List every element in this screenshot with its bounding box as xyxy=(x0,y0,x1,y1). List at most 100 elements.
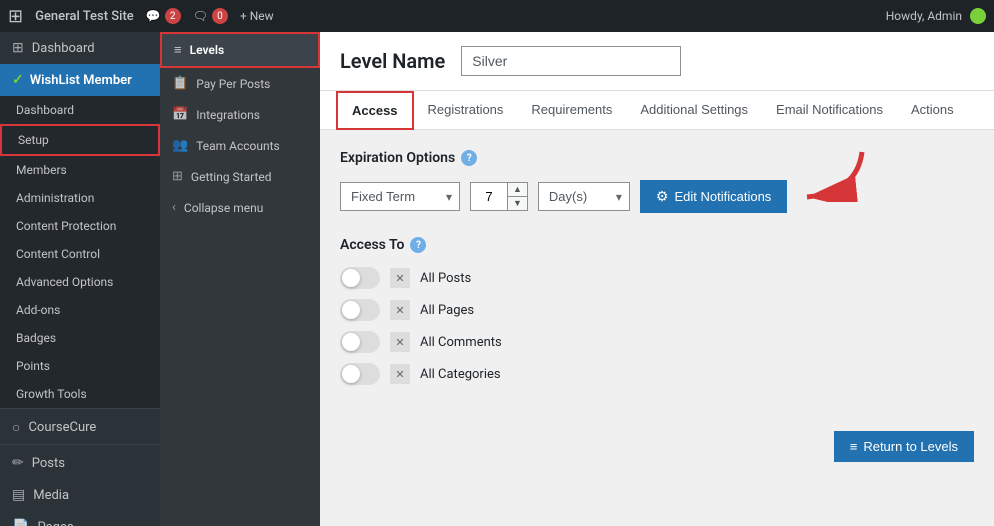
new-button[interactable]: + New xyxy=(240,9,274,23)
toggle-all-posts[interactable] xyxy=(340,267,380,289)
sidebar-item-content-control[interactable]: Content Control xyxy=(0,240,160,268)
main-layout: ⊞ Dashboard ✓ WishList Member Dashboard … xyxy=(0,32,994,526)
days-select[interactable]: Day(s) Month(s) Year(s) xyxy=(538,182,630,211)
sidebar-item-coursecure[interactable]: ○ CourseCure xyxy=(0,408,160,444)
edit-notifications-button[interactable]: ⚙ Edit Notifications xyxy=(640,180,787,213)
dashboard-icon: ⊞ xyxy=(12,40,24,56)
content-control-label: Content Control xyxy=(16,247,100,261)
sidebar-item-pages[interactable]: 📄 Pages xyxy=(0,511,160,526)
coursecure-icon: ○ xyxy=(12,419,20,436)
sidebar-item-media[interactable]: ▤ Media xyxy=(0,479,160,511)
toggle-all-pages[interactable] xyxy=(340,299,380,321)
nav-item-getting-started[interactable]: ⊞ Getting Started xyxy=(160,161,320,192)
sub-nav: ≡ Levels 📋 Pay Per Posts 📅 Integrations … xyxy=(160,32,320,526)
sidebar-item-badges[interactable]: Badges xyxy=(0,324,160,352)
expiration-help-icon[interactable]: ? xyxy=(461,150,477,166)
spin-up-button[interactable]: ▲ xyxy=(508,183,527,197)
spin-buttons: ▲ ▼ xyxy=(507,183,527,210)
sidebar-item-content-protection[interactable]: Content Protection xyxy=(0,212,160,240)
x-all-posts[interactable]: ✕ xyxy=(390,268,410,288)
access-to-help-icon[interactable]: ? xyxy=(410,237,426,253)
nav-item-pay-per-posts[interactable]: 📋 Pay Per Posts xyxy=(160,68,320,99)
level-name-input[interactable] xyxy=(461,46,681,76)
toggle-knob xyxy=(342,269,360,287)
nav-item-collapse[interactable]: ‹ Collapse menu xyxy=(160,192,320,223)
number-input[interactable] xyxy=(471,183,507,210)
tabs-bar: Access Registrations Requirements Additi… xyxy=(320,91,994,130)
main-content: ≡ Levels 📋 Pay Per Posts 📅 Integrations … xyxy=(160,32,994,526)
comments-count[interactable]: 💬 2 xyxy=(146,8,181,24)
all-pages-label: All Pages xyxy=(420,303,474,318)
term-select[interactable]: Fixed Term Lifetime Sequential xyxy=(340,182,460,211)
sidebar-item-members[interactable]: Members xyxy=(0,156,160,184)
term-select-wrapper[interactable]: Fixed Term Lifetime Sequential xyxy=(340,182,460,211)
access-row-all-comments: ✕ All Comments xyxy=(340,331,974,353)
site-name[interactable]: General Test Site xyxy=(35,9,134,24)
sidebar: ⊞ Dashboard ✓ WishList Member Dashboard … xyxy=(0,32,160,526)
red-arrow-svg xyxy=(777,142,867,202)
toggle-all-comments[interactable] xyxy=(340,331,380,353)
tab-registrations[interactable]: Registrations xyxy=(414,91,518,130)
sidebar-item-advanced-options[interactable]: Advanced Options xyxy=(0,268,160,296)
coursecure-label: CourseCure xyxy=(28,420,96,435)
sidebar-wlm-label: WishList Member xyxy=(30,73,132,88)
toggle-knob-categories xyxy=(342,365,360,383)
x-all-categories[interactable]: ✕ xyxy=(390,364,410,384)
nav-item-integrations[interactable]: 📅 Integrations xyxy=(160,99,320,130)
access-to-title: Access To ? xyxy=(340,237,974,253)
pay-per-posts-label: Pay Per Posts xyxy=(196,77,270,91)
expiration-title-text: Expiration Options xyxy=(340,150,455,166)
sidebar-item-wlm[interactable]: ✓ WishList Member xyxy=(0,64,160,96)
tab-actions[interactable]: Actions xyxy=(897,91,968,130)
all-comments-label: All Comments xyxy=(420,335,502,350)
sidebar-item-administration[interactable]: Administration xyxy=(0,184,160,212)
howdy-text: Howdy, Admin xyxy=(886,9,962,23)
tab-email-notifications[interactable]: Email Notifications xyxy=(762,91,897,130)
sidebar-item-setup[interactable]: Setup xyxy=(0,124,160,156)
messages-badge: 0 xyxy=(212,8,228,24)
sidebar-item-add-ons[interactable]: Add-ons xyxy=(0,296,160,324)
integrations-icon: 📅 xyxy=(172,107,188,122)
growth-tools-label: Growth Tools xyxy=(16,387,87,401)
levels-label: Levels xyxy=(190,43,225,57)
sidebar-item-growth-tools[interactable]: Growth Tools xyxy=(0,380,160,408)
comments-badge: 2 xyxy=(165,8,181,24)
return-to-levels-button[interactable]: ≡ Return to Levels xyxy=(834,431,974,462)
access-to-title-text: Access To xyxy=(340,237,404,253)
admin-avatar xyxy=(970,8,986,24)
toggle-all-categories[interactable] xyxy=(340,363,380,385)
nav-item-levels[interactable]: ≡ Levels xyxy=(160,32,320,68)
x-all-comments[interactable]: ✕ xyxy=(390,332,410,352)
content-area: Expiration Options ? Fixed Term Lifetime… xyxy=(320,130,994,415)
expiration-section-title: Expiration Options ? xyxy=(340,150,974,166)
collapse-icon: ‹ xyxy=(172,200,176,215)
tab-access[interactable]: Access xyxy=(336,91,414,130)
all-categories-label: All Categories xyxy=(420,367,501,382)
nav-item-team-accounts[interactable]: 👥 Team Accounts xyxy=(160,130,320,161)
message-icon: 🗨 xyxy=(193,9,208,23)
sidebar-dashboard-label: Dashboard xyxy=(32,41,95,56)
members-label: Members xyxy=(16,163,67,177)
level-name-label: Level Name xyxy=(340,49,445,73)
days-select-wrapper[interactable]: Day(s) Month(s) Year(s) xyxy=(538,182,630,211)
spin-down-button[interactable]: ▼ xyxy=(508,197,527,210)
toggle-knob-pages xyxy=(342,301,360,319)
access-row-all-pages: ✕ All Pages xyxy=(340,299,974,321)
edit-notifications-label: Edit Notifications xyxy=(674,189,771,204)
sidebar-item-posts[interactable]: ✏ Posts xyxy=(0,444,160,479)
level-header: Level Name xyxy=(320,32,994,91)
sidebar-item-dashboard[interactable]: ⊞ Dashboard xyxy=(0,32,160,64)
tab-additional-settings[interactable]: Additional Settings xyxy=(626,91,762,130)
tab-requirements[interactable]: Requirements xyxy=(517,91,626,130)
sidebar-item-points[interactable]: Points xyxy=(0,352,160,380)
messages-count[interactable]: 🗨 0 xyxy=(193,8,228,24)
gear-icon: ⚙ xyxy=(656,188,669,205)
add-ons-label: Add-ons xyxy=(16,303,60,317)
wlm-submenu: Dashboard Setup Members Administration C… xyxy=(0,96,160,408)
wp-logo-icon[interactable]: ⊞ xyxy=(8,6,23,27)
x-all-pages[interactable]: ✕ xyxy=(390,300,410,320)
access-row-all-categories: ✕ All Categories xyxy=(340,363,974,385)
advanced-options-label: Advanced Options xyxy=(16,275,113,289)
access-row-all-posts: ✕ All Posts xyxy=(340,267,974,289)
sidebar-item-wlm-dashboard[interactable]: Dashboard xyxy=(0,96,160,124)
